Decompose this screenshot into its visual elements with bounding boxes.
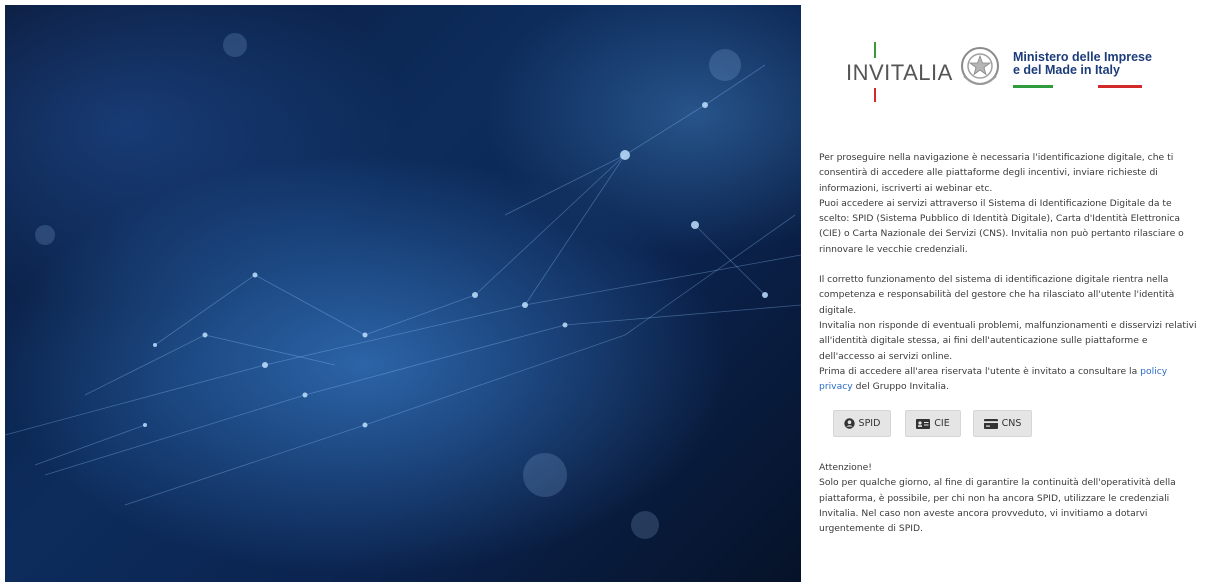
id-card-icon [916, 418, 931, 429]
notice-line: Solo per qualche giorno, al fine di gara… [819, 477, 1176, 489]
spid-label: SPID [858, 418, 881, 429]
invitalia-accent-red [874, 88, 876, 102]
spid-button[interactable]: SPID [833, 410, 891, 437]
policy-lead-text: Prima di accedere all'area riservata l'u… [819, 365, 1138, 377]
intro-line: informazioni, iscriverti ai webinar etc. [819, 182, 993, 194]
notice-line: piattaforma, è possibile, per chi non ha… [819, 492, 1170, 504]
intro-line: consentirà di accedere alle piattaforme … [819, 167, 1158, 179]
policy-privacy-link-part-2[interactable]: privacy [819, 381, 853, 392]
intro-text: Per proseguire nella navigazione è neces… [819, 150, 1211, 394]
italian-republic-emblem-icon [961, 47, 999, 85]
cie-button[interactable]: CIE [905, 410, 961, 437]
credit-card-icon [983, 418, 998, 429]
info-line: all'identità digitale stessa, ai fini de… [819, 335, 1148, 347]
info-line: Invitalia non risponde di eventuali prob… [819, 319, 1197, 331]
info-line: Il corretto funzionamento del sistema di… [819, 274, 1169, 286]
notice-line: Invitalia. Nel caso non aveste ancora pr… [819, 507, 1148, 519]
user-circle-icon [843, 418, 855, 429]
cie-label: CIE [934, 418, 950, 429]
notice-line: urgentemente di SPID. [819, 523, 923, 535]
ministry-line-2: e del Made in Italy [1013, 63, 1120, 77]
notice-block: Attenzione! Solo per qualche giorno, al … [819, 460, 1211, 536]
network-graphic [5, 33, 801, 539]
cns-button[interactable]: CNS [973, 410, 1032, 437]
intro-line: Per proseguire nella navigazione è neces… [819, 152, 1174, 163]
intro-line: scelto: SPID (Sistema Pubblico di Identi… [819, 213, 1181, 225]
hero-network-image [5, 5, 801, 582]
info-line: dell'accesso ai servizi online. [819, 350, 953, 362]
flag-stripe-green [1013, 85, 1053, 88]
cns-label: CNS [1001, 418, 1022, 429]
policy-privacy-link-part-1[interactable]: policy [1140, 366, 1167, 377]
intro-line: Puoi accedere ai servizi attraverso il S… [819, 197, 1172, 209]
policy-line-2: privacy del Gruppo Invitalia. [819, 379, 1211, 394]
info-line: competenza e responsabilità del gestore … [819, 289, 1175, 301]
info-line: digitale. [819, 304, 857, 316]
notice-title: Attenzione! [819, 462, 872, 473]
header-logos: INVITALIA Ministero delle Imprese e del … [846, 40, 1186, 110]
ministry-logo-text: Ministero delle Imprese e del Made in It… [1013, 51, 1173, 77]
policy-tail-text: del Gruppo Invitalia. [855, 381, 949, 393]
flag-stripe-red [1098, 85, 1142, 88]
intro-line: (CIE) o Carta Nazionale dei Servizi (CNS… [819, 228, 1184, 240]
intro-line: rinnovare le vecchie credenziali. [819, 243, 968, 255]
invitalia-accent-green [874, 42, 876, 58]
invitalia-logo: INVITALIA [846, 60, 953, 85]
policy-line: Prima di accedere all'area riservata l'u… [819, 364, 1211, 379]
